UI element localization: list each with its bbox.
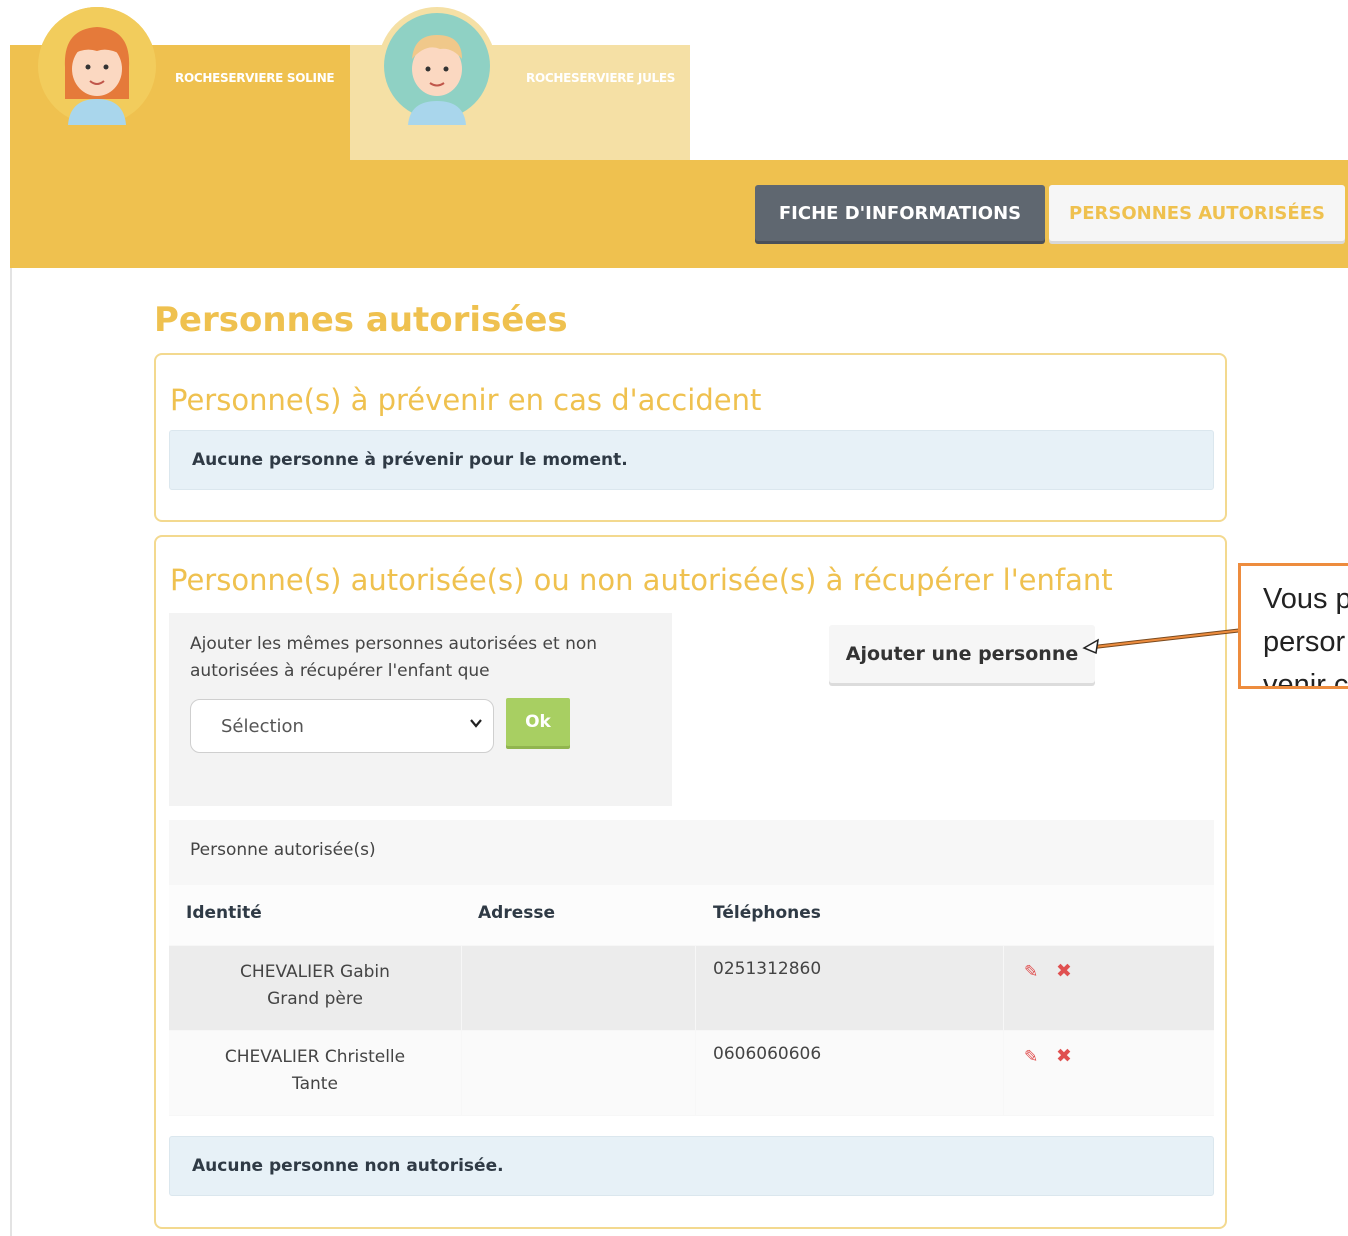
- header-telephones: Téléphones: [713, 903, 821, 923]
- page-title: Personnes autorisées: [154, 300, 568, 340]
- help-callout: Vous p persor venir c: [1238, 563, 1348, 689]
- callout-line: Vous p: [1263, 583, 1348, 615]
- identity-cell: CHEVALIER Gabin Grand père: [169, 946, 461, 1030]
- actions-cell: ✎ ✖: [1004, 946, 1214, 1030]
- pencil-icon[interactable]: ✎: [1024, 1047, 1038, 1067]
- child-select[interactable]: Sélection: [190, 699, 494, 753]
- delete-icon[interactable]: ✖: [1056, 1045, 1072, 1067]
- callout-line: persor: [1263, 626, 1346, 658]
- identity-cell: CHEVALIER Christelle Tante: [169, 1031, 461, 1115]
- add-person-button[interactable]: Ajouter une personne: [829, 625, 1095, 683]
- child-tab-jules[interactable]: ROCHESERVIERE JULES: [350, 7, 690, 160]
- autorisees-panel: Personne(s) autorisée(s) ou non autorisé…: [154, 535, 1227, 1229]
- copy-persons-text: Ajouter les mêmes personnes autorisées e…: [190, 634, 598, 681]
- header-identite: Identité: [186, 903, 262, 923]
- non-autorisee-message: Aucune personne non autorisée.: [169, 1136, 1214, 1196]
- delete-icon[interactable]: ✖: [1056, 960, 1072, 982]
- pencil-icon[interactable]: ✎: [1024, 962, 1038, 982]
- phone-cell: 0251312860: [696, 946, 1003, 1030]
- authorized-persons-table: Personne autorisée(s) Identité Adresse T…: [169, 820, 1214, 1116]
- child-tab-soline[interactable]: ROCHESERVIERE SOLINE: [10, 7, 350, 160]
- actions-cell: ✎ ✖: [1004, 1031, 1214, 1115]
- page-left-border: [10, 268, 12, 1236]
- accident-panel-title: Personne(s) à prévenir en cas d'accident: [170, 383, 762, 417]
- header-adresse: Adresse: [478, 903, 556, 923]
- fiche-informations-button[interactable]: FICHE D'INFORMATIONS: [755, 185, 1045, 241]
- table-header-row: Identité Adresse Téléphones: [169, 885, 1214, 945]
- person-name: CHEVALIER Christelle: [224, 1047, 406, 1067]
- copy-persons-box: Ajouter les mêmes personnes autorisées e…: [169, 613, 672, 806]
- chevron-down-icon: [469, 715, 483, 734]
- personnes-autorisees-button[interactable]: PERSONNES AUTORISÉES: [1049, 185, 1345, 241]
- boy-avatar-icon: [378, 7, 496, 125]
- table-row: CHEVALIER Christelle Tante 0606060606 ✎ …: [169, 1031, 1214, 1115]
- table-caption: Personne autorisée(s): [190, 840, 376, 860]
- table-row: CHEVALIER Gabin Grand père 0251312860 ✎ …: [169, 946, 1214, 1030]
- girl-avatar-icon: [38, 7, 156, 125]
- address-cell: [462, 946, 695, 1030]
- autorisees-panel-title: Personne(s) autorisée(s) ou non autorisé…: [170, 563, 1113, 597]
- ok-button[interactable]: Ok: [506, 698, 570, 746]
- child-select-value: Sélection: [221, 715, 304, 737]
- child-name-label: ROCHESERVIERE JULES: [526, 71, 676, 85]
- accident-panel: Personne(s) à prévenir en cas d'accident…: [154, 353, 1227, 522]
- person-relation: Tante: [292, 1074, 338, 1094]
- person-relation: Grand père: [267, 989, 363, 1009]
- phone-cell: 0606060606: [696, 1031, 1003, 1115]
- accident-empty-message: Aucune personne à prévenir pour le momen…: [169, 430, 1214, 490]
- child-name-label: ROCHESERVIERE SOLINE: [175, 71, 335, 85]
- address-cell: [462, 1031, 695, 1115]
- person-name: CHEVALIER Gabin: [240, 962, 390, 982]
- callout-arrow: [1082, 628, 1244, 655]
- callout-line: venir c: [1263, 669, 1348, 689]
